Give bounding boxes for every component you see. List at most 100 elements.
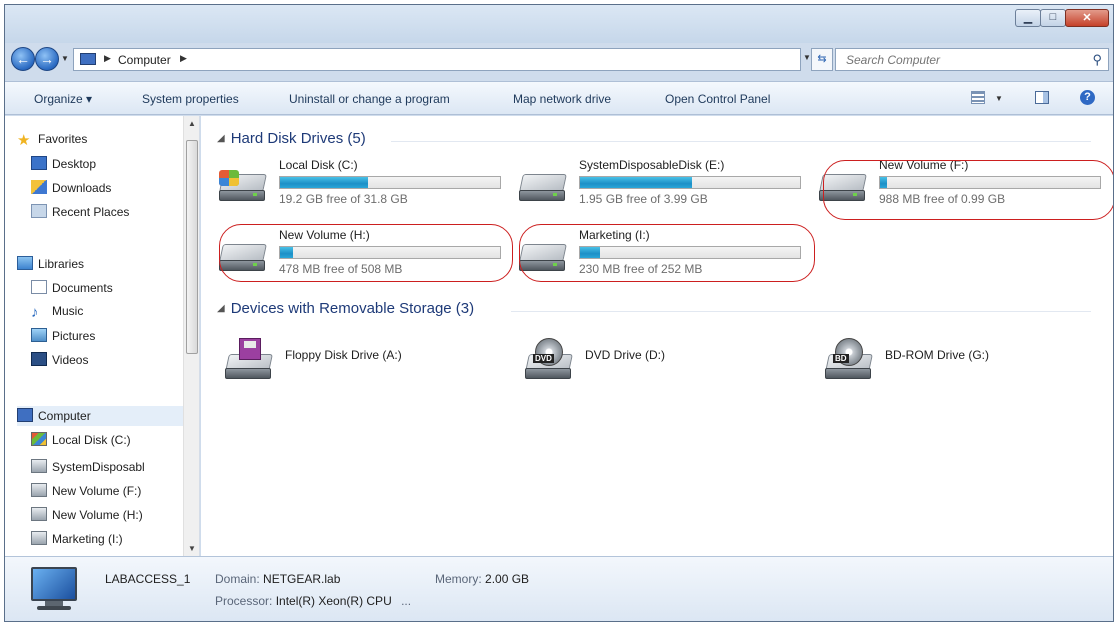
nav-pictures[interactable]: Pictures (31, 328, 95, 343)
processor-info: Processor: Intel(R) Xeon(R) CPU ... (215, 594, 411, 608)
usage-bar (279, 176, 501, 189)
nav-music-label: Music (52, 304, 84, 318)
processor-more: ... (401, 594, 412, 608)
search-box[interactable]: ⚲ (835, 48, 1109, 71)
downloads-icon (31, 180, 47, 194)
breadcrumb-separator-icon[interactable]: ▶ (104, 53, 111, 64)
memory-value: 2.00 GB (485, 572, 530, 586)
device-name: Floppy Disk Drive (A:) (285, 348, 402, 362)
computer-name: LABACCESS_1 (105, 572, 191, 586)
preview-pane-icon[interactable] (1035, 91, 1049, 104)
nav-vol-h-label: New Volume (H:) (52, 508, 143, 522)
domain-label: Domain: (215, 572, 260, 586)
nav-marketing[interactable]: Marketing (I:) (31, 528, 123, 546)
views-dropdown[interactable]: ▼ (995, 94, 1003, 103)
group-header-removable[interactable]: ◢ Devices with Removable Storage (3) (217, 300, 474, 317)
help-icon[interactable]: ? (1080, 90, 1095, 105)
details-pane: LABACCESS_1 Domain: NETGEAR.lab Memory: … (5, 556, 1113, 621)
device-name: BD-ROM Drive (G:) (885, 348, 989, 362)
drive-tile[interactable]: SystemDisposableDisk (E:) 1.95 GB free o… (511, 154, 807, 214)
nav-favorites[interactable]: ★ Favorites (17, 132, 87, 148)
nav-desktop[interactable]: Desktop (31, 156, 96, 171)
nav-recent-places[interactable]: Recent Places (31, 204, 129, 219)
organize-menu[interactable]: Organize ▾ (34, 92, 92, 106)
change-view-icon[interactable] (971, 91, 985, 104)
refresh-button[interactable]: ⇆ (811, 48, 833, 71)
group-divider (511, 311, 1091, 312)
nav-new-volume-h[interactable]: New Volume (H:) (31, 504, 143, 522)
hard-disks-header-label: Hard Disk Drives (5) (230, 130, 366, 147)
dvd-badge: DVD (533, 354, 554, 363)
nav-videos-label: Videos (52, 353, 89, 367)
removable-header-label: Devices with Removable Storage (3) (230, 300, 475, 317)
libraries-icon (17, 256, 33, 270)
forward-button[interactable]: → (35, 47, 59, 71)
nav-scrollbar[interactable]: ▲ ▼ (183, 116, 199, 556)
nav-marketing-label: Marketing (I:) (52, 532, 123, 546)
documents-icon (31, 280, 47, 294)
forward-arrow-icon: → (40, 51, 54, 67)
nav-libraries-label: Libraries (38, 257, 85, 271)
nav-computer-label: Computer (38, 409, 91, 423)
device-tile[interactable]: Floppy Disk Drive (A:) (217, 334, 477, 380)
usage-bar-fill (280, 177, 368, 188)
device-tile[interactable]: BD BD-ROM Drive (G:) (817, 334, 1077, 380)
dvd-drive-icon: DVD (523, 338, 575, 379)
scroll-up-icon[interactable]: ▲ (188, 119, 196, 128)
processor-value: Intel(R) Xeon(R) CPU (275, 594, 392, 608)
nav-downloads[interactable]: Downloads (31, 180, 111, 195)
drive-tile[interactable]: Local Disk (C:) 19.2 GB free of 31.8 GB (211, 154, 507, 214)
address-bar[interactable]: ▶ Computer ▶ (73, 48, 801, 71)
processor-label: Processor: (215, 594, 273, 608)
back-button[interactable]: ← (11, 47, 35, 71)
scroll-thumb[interactable] (186, 140, 198, 354)
annotation-highlight-h (219, 224, 513, 282)
map-network-drive-button[interactable]: Map network drive (513, 92, 611, 106)
system-properties-button[interactable]: System properties (142, 92, 239, 106)
explorer-window: ▁ □ ✕ ← → ▼ ▶ Computer ▶ ▼ ⇆ ⚲ Organize … (4, 4, 1114, 622)
maximize-button[interactable]: □ (1040, 9, 1066, 27)
nav-system-disposable[interactable]: SystemDisposabl (31, 456, 145, 474)
breadcrumb-computer[interactable]: Computer (118, 53, 171, 67)
nav-sys-disk-label: SystemDisposabl (52, 460, 145, 474)
computer-monitor-icon (31, 567, 77, 601)
monitor-base (37, 606, 71, 610)
pictures-icon (31, 328, 47, 342)
domain-info: Domain: NETGEAR.lab (215, 572, 340, 586)
recent-pages-dropdown[interactable]: ▼ (61, 54, 69, 63)
uninstall-program-button[interactable]: Uninstall or change a program (289, 92, 450, 106)
drive-name: SystemDisposableDisk (E:) (579, 158, 725, 172)
group-header-hard-disks[interactable]: ◢ Hard Disk Drives (5) (217, 130, 366, 147)
drive-icon (31, 531, 47, 545)
address-history-dropdown[interactable]: ▼ (803, 53, 811, 62)
content-pane: ◢ Hard Disk Drives (5) Local Disk (C:) 19… (201, 116, 1113, 556)
search-input[interactable] (844, 50, 1084, 70)
navigation-pane: ★ Favorites Desktop Downloads Recent Plac… (5, 116, 200, 556)
drive-free-space: 1.95 GB free of 3.99 GB (579, 192, 708, 206)
nav-computer[interactable]: Computer (17, 408, 91, 423)
nav-videos[interactable]: Videos (31, 352, 88, 367)
refresh-icon: ⇆ (817, 53, 827, 65)
close-button[interactable]: ✕ (1065, 9, 1109, 27)
star-icon: ★ (17, 132, 31, 149)
search-icon[interactable]: ⚲ (1092, 52, 1102, 68)
usage-bar (579, 176, 801, 189)
nav-libraries[interactable]: Libraries (17, 256, 84, 271)
scroll-down-icon[interactable]: ▼ (188, 544, 196, 553)
nav-local-disk-c[interactable]: Local Disk (C:) (31, 432, 131, 447)
minimize-button[interactable]: ▁ (1015, 9, 1041, 27)
minimize-icon: ▁ (1023, 12, 1033, 24)
nav-new-volume-f[interactable]: New Volume (F:) (31, 480, 141, 498)
computer-icon (17, 408, 33, 422)
nav-documents[interactable]: Documents (31, 280, 113, 295)
address-row: ← → ▼ ▶ Computer ▶ ▼ ⇆ ⚲ (5, 47, 1113, 73)
breadcrumb-separator-icon[interactable]: ▶ (180, 53, 187, 64)
annotation-highlight-f (823, 160, 1113, 220)
drive-icon (31, 459, 47, 473)
nav-music[interactable]: ♪ Music (31, 304, 83, 320)
device-tile[interactable]: DVD DVD Drive (D:) (517, 334, 777, 380)
nav-recent-label: Recent Places (52, 205, 130, 219)
caption-buttons: ▁ □ ✕ (1015, 9, 1109, 27)
open-control-panel-button[interactable]: Open Control Panel (665, 92, 770, 106)
nav-pictures-label: Pictures (52, 329, 96, 343)
